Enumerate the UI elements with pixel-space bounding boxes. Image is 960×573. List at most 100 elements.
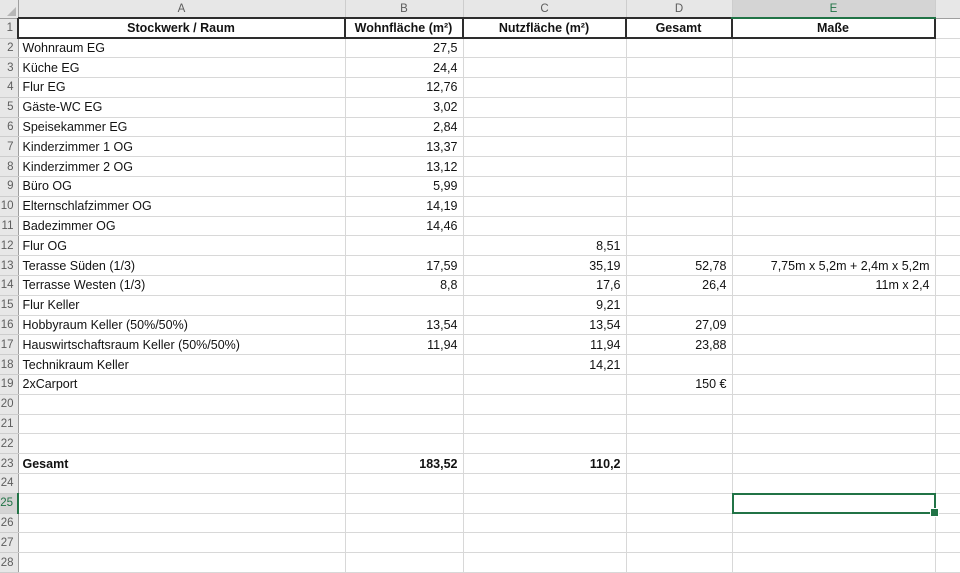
row-header-27[interactable]: 27 bbox=[0, 533, 18, 553]
cell-B26[interactable] bbox=[345, 513, 463, 533]
cell-F24[interactable] bbox=[935, 474, 960, 494]
cell-A1[interactable]: Stockwerk / Raum bbox=[18, 18, 345, 38]
cell-C18[interactable]: 14,21 bbox=[463, 355, 626, 375]
cell-B14[interactable]: 8,8 bbox=[345, 276, 463, 296]
cell-F6[interactable] bbox=[935, 117, 960, 137]
cell-C25[interactable] bbox=[463, 493, 626, 513]
row-header-2[interactable]: 2 bbox=[0, 38, 18, 58]
cell-E2[interactable] bbox=[732, 38, 935, 58]
cell-B18[interactable] bbox=[345, 355, 463, 375]
cell-D15[interactable] bbox=[626, 295, 732, 315]
cell-F12[interactable] bbox=[935, 236, 960, 256]
cell-A26[interactable] bbox=[18, 513, 345, 533]
cell-C6[interactable] bbox=[463, 117, 626, 137]
cell-A20[interactable] bbox=[18, 394, 345, 414]
cell-A28[interactable] bbox=[18, 553, 345, 573]
cell-E21[interactable] bbox=[732, 414, 935, 434]
cell-F1[interactable] bbox=[935, 18, 960, 38]
row-header-25[interactable]: 25 bbox=[0, 493, 18, 513]
cell-A6[interactable]: Speisekammer EG bbox=[18, 117, 345, 137]
cell-C3[interactable] bbox=[463, 58, 626, 78]
cell-C28[interactable] bbox=[463, 553, 626, 573]
cell-D24[interactable] bbox=[626, 474, 732, 494]
cell-E4[interactable] bbox=[732, 78, 935, 98]
cell-B6[interactable]: 2,84 bbox=[345, 117, 463, 137]
cell-C4[interactable] bbox=[463, 78, 626, 98]
cell-F3[interactable] bbox=[935, 58, 960, 78]
cell-B15[interactable] bbox=[345, 295, 463, 315]
cell-C17[interactable]: 11,94 bbox=[463, 335, 626, 355]
cell-A27[interactable] bbox=[18, 533, 345, 553]
cell-E10[interactable] bbox=[732, 196, 935, 216]
cell-C22[interactable] bbox=[463, 434, 626, 454]
cell-C27[interactable] bbox=[463, 533, 626, 553]
cell-C5[interactable] bbox=[463, 97, 626, 117]
fill-handle[interactable] bbox=[930, 508, 939, 517]
cell-F26[interactable] bbox=[935, 513, 960, 533]
cell-F22[interactable] bbox=[935, 434, 960, 454]
cell-B20[interactable] bbox=[345, 394, 463, 414]
cell-F2[interactable] bbox=[935, 38, 960, 58]
cell-F5[interactable] bbox=[935, 97, 960, 117]
cell-B11[interactable]: 14,46 bbox=[345, 216, 463, 236]
cell-B8[interactable]: 13,12 bbox=[345, 157, 463, 177]
cell-E11[interactable] bbox=[732, 216, 935, 236]
cell-E18[interactable] bbox=[732, 355, 935, 375]
cell-E8[interactable] bbox=[732, 157, 935, 177]
cell-C14[interactable]: 17,6 bbox=[463, 276, 626, 296]
row-header-3[interactable]: 3 bbox=[0, 58, 18, 78]
cell-B9[interactable]: 5,99 bbox=[345, 177, 463, 197]
cell-D27[interactable] bbox=[626, 533, 732, 553]
cell-B10[interactable]: 14,19 bbox=[345, 196, 463, 216]
cell-C20[interactable] bbox=[463, 394, 626, 414]
cell-D1[interactable]: Gesamt bbox=[626, 18, 732, 38]
cell-D13[interactable]: 52,78 bbox=[626, 256, 732, 276]
cell-C1[interactable]: Nutzfläche (m²) bbox=[463, 18, 626, 38]
cell-F20[interactable] bbox=[935, 394, 960, 414]
cell-C26[interactable] bbox=[463, 513, 626, 533]
cell-B25[interactable] bbox=[345, 493, 463, 513]
cell-B4[interactable]: 12,76 bbox=[345, 78, 463, 98]
cell-E20[interactable] bbox=[732, 394, 935, 414]
cell-A16[interactable]: Hobbyraum Keller (50%/50%) bbox=[18, 315, 345, 335]
cell-A15[interactable]: Flur Keller bbox=[18, 295, 345, 315]
row-header-14[interactable]: 14 bbox=[0, 276, 18, 296]
cell-D22[interactable] bbox=[626, 434, 732, 454]
cell-C13[interactable]: 35,19 bbox=[463, 256, 626, 276]
cell-A2[interactable]: Wohnraum EG bbox=[18, 38, 345, 58]
cell-A17[interactable]: Hauswirtschaftsraum Keller (50%/50%) bbox=[18, 335, 345, 355]
cell-B17[interactable]: 11,94 bbox=[345, 335, 463, 355]
row-header-10[interactable]: 10 bbox=[0, 196, 18, 216]
cell-E17[interactable] bbox=[732, 335, 935, 355]
cell-A22[interactable] bbox=[18, 434, 345, 454]
cell-F13[interactable] bbox=[935, 256, 960, 276]
cell-D21[interactable] bbox=[626, 414, 732, 434]
cell-D12[interactable] bbox=[626, 236, 732, 256]
row-header-5[interactable]: 5 bbox=[0, 97, 18, 117]
row-header-22[interactable]: 22 bbox=[0, 434, 18, 454]
cell-E9[interactable] bbox=[732, 177, 935, 197]
cell-B22[interactable] bbox=[345, 434, 463, 454]
cell-E5[interactable] bbox=[732, 97, 935, 117]
cell-D20[interactable] bbox=[626, 394, 732, 414]
cell-D9[interactable] bbox=[626, 177, 732, 197]
row-header-19[interactable]: 19 bbox=[0, 375, 18, 395]
cell-D18[interactable] bbox=[626, 355, 732, 375]
cell-A14[interactable]: Terrasse Westen (1/3) bbox=[18, 276, 345, 296]
column-header-C[interactable]: C bbox=[463, 0, 626, 18]
cell-F9[interactable] bbox=[935, 177, 960, 197]
cell-C24[interactable] bbox=[463, 474, 626, 494]
row-header-17[interactable]: 17 bbox=[0, 335, 18, 355]
column-header-partial[interactable] bbox=[935, 0, 960, 18]
cell-B3[interactable]: 24,4 bbox=[345, 58, 463, 78]
row-header-16[interactable]: 16 bbox=[0, 315, 18, 335]
cell-E16[interactable] bbox=[732, 315, 935, 335]
cell-E19[interactable] bbox=[732, 375, 935, 395]
cell-A12[interactable]: Flur OG bbox=[18, 236, 345, 256]
cell-D28[interactable] bbox=[626, 553, 732, 573]
cell-C16[interactable]: 13,54 bbox=[463, 315, 626, 335]
cell-A23[interactable]: Gesamt bbox=[18, 454, 345, 474]
cell-C9[interactable] bbox=[463, 177, 626, 197]
cell-F25[interactable] bbox=[935, 493, 960, 513]
cell-C8[interactable] bbox=[463, 157, 626, 177]
